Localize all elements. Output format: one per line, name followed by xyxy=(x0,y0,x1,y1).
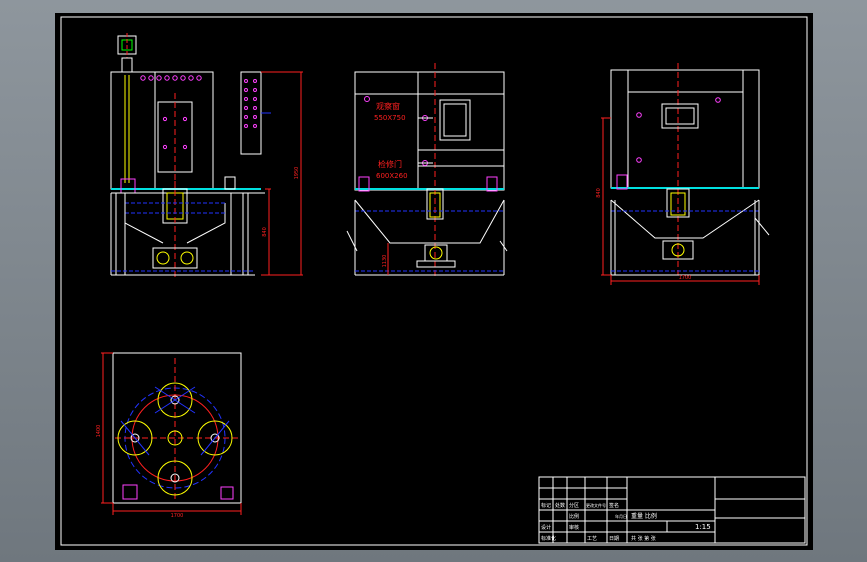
control-panel-buttons xyxy=(244,79,257,128)
door-size-1: 550X750 xyxy=(374,114,406,122)
right-view xyxy=(601,63,770,285)
right-cabinet xyxy=(610,69,760,189)
title-row-label-3: 分区 xyxy=(569,502,579,509)
title-scale-label: 重量 比例 xyxy=(631,512,657,520)
title-block xyxy=(538,476,806,544)
plan-height-label: 1400 xyxy=(96,425,102,438)
cabinet-body xyxy=(110,71,214,190)
title-scale-value: 1:15 xyxy=(695,523,711,531)
cad-drawing: 1950 840 观察窗 550X750 检修门 600X260 1130 84… xyxy=(60,16,808,546)
door-size-2: 600X260 xyxy=(376,172,408,180)
title-row-label-4: 更改文件号 xyxy=(586,502,606,508)
side-height-low-label: 1130 xyxy=(382,255,388,268)
title-header-2: 标准化 xyxy=(541,535,556,542)
top-fittings xyxy=(140,75,202,81)
cad-viewport: 1950 840 观察窗 550X750 检修门 600X260 1130 84… xyxy=(55,13,813,550)
title-row-label-6: 年月日 xyxy=(615,513,627,519)
plan-view xyxy=(101,352,242,515)
title-row-label-1: 标记 xyxy=(541,502,551,509)
title-header-5: 工艺 xyxy=(587,536,597,542)
title-sheet-text: 共 张 第 张 xyxy=(631,535,656,542)
front-view xyxy=(110,33,303,278)
title-row-label-5: 签名 xyxy=(609,502,619,509)
title-header-1: 设计 xyxy=(541,524,551,531)
front-height-lower-label: 840 xyxy=(262,227,268,237)
right-width-label: 1700 xyxy=(679,275,692,281)
door-label-1: 观察窗 xyxy=(376,101,400,111)
title-header-3: 比例 xyxy=(569,513,579,520)
door-label-2: 检修门 xyxy=(378,159,402,169)
title-header-6: 日期 xyxy=(609,536,619,542)
control-panel xyxy=(240,71,262,155)
side-view xyxy=(346,63,508,278)
title-header-4: 审核 xyxy=(569,524,579,531)
right-height-lower-label: 840 xyxy=(596,188,602,198)
title-row-label-2: 处数 xyxy=(555,502,565,509)
front-height-total-label: 1950 xyxy=(294,167,300,180)
plan-width-label: 1700 xyxy=(171,513,184,519)
